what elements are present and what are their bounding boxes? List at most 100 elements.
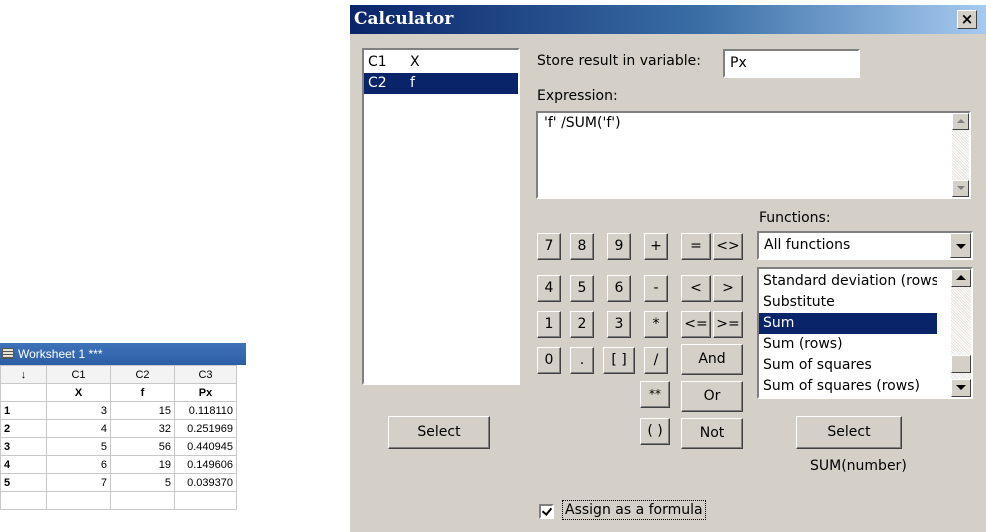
column-name-c2[interactable]: f [110,383,175,402]
scroll-down-icon[interactable] [951,379,971,397]
key-1[interactable]: 1 [537,311,561,338]
function-item[interactable]: Sum of squares [759,355,937,376]
key-less-equal[interactable]: <= [681,311,711,338]
table-cell[interactable]: 7 [46,473,111,492]
table-cell[interactable]: 0.039370 [174,473,237,492]
key-not-equal[interactable]: <> [713,233,743,260]
key-minus[interactable]: - [644,275,668,302]
dialog-title: Calculator [354,9,454,29]
key-9[interactable]: 9 [607,233,631,260]
row-number[interactable]: 3 [0,437,47,456]
functions-label: Functions: [759,210,831,226]
functions-list[interactable]: Standard deviation (rows) Substitute Sum… [757,267,973,399]
close-icon: × [960,10,974,28]
key-7[interactable]: 7 [537,233,561,260]
key-and[interactable]: And [681,344,743,375]
column-header-c2[interactable]: C2 [110,365,175,384]
scroll-up-icon[interactable] [951,269,971,287]
chevron-down-icon[interactable] [950,233,971,258]
key-less-than[interactable]: < [681,275,711,302]
key-divide[interactable]: / [644,347,668,374]
function-item[interactable]: Sum (rows) [759,334,937,355]
functions-scrollbar[interactable] [951,269,971,397]
row-number[interactable]: 5 [0,473,47,492]
table-row: 4 6 19 0.149606 [0,455,237,474]
table-cell[interactable]: 5 [46,437,111,456]
function-item[interactable]: Standard deviation (rows) [759,271,937,292]
key-not[interactable]: Not [681,418,743,449]
table-cell[interactable]: 0.118110 [174,401,237,420]
key-or[interactable]: Or [681,381,743,412]
select-variable-button[interactable]: Select [388,416,490,449]
table-cell[interactable]: 19 [110,455,175,474]
table-cell[interactable] [46,491,111,510]
table-cell[interactable]: 15 [110,401,175,420]
key-multiply[interactable]: * [644,311,668,338]
table-cell[interactable]: 4 [46,419,111,438]
key-equals[interactable]: = [681,233,711,260]
scroll-thumb[interactable] [951,355,971,373]
key-5[interactable]: 5 [570,275,594,302]
table-cell[interactable]: 0.149606 [174,455,237,474]
key-decimal[interactable]: . [570,347,594,374]
column-header-corner[interactable]: ↓ [0,365,47,384]
expression-text: 'f' /SUM('f') [544,115,621,131]
key-6[interactable]: 6 [607,275,631,302]
dialog-titlebar[interactable]: Calculator × [350,5,986,34]
store-result-value: Px [730,55,747,71]
key-plus[interactable]: + [644,233,668,260]
functions-category-select[interactable]: All functions [757,231,973,260]
column-header-c1[interactable]: C1 [46,365,111,384]
table-cell[interactable] [110,491,175,510]
column-name-c1[interactable]: X [46,383,111,402]
table-cell[interactable]: 56 [110,437,175,456]
table-row: 1 3 15 0.118110 [0,401,237,420]
row-number[interactable]: 4 [0,455,47,474]
function-item-selected[interactable]: Sum [759,313,937,334]
function-item[interactable]: Sum of squares (rows) [759,376,937,397]
column-name-c3[interactable]: Px [174,383,237,402]
select-function-button[interactable]: Select [796,416,902,449]
store-result-input[interactable]: Px [723,49,860,78]
variable-item-c1[interactable]: C1 X [364,52,518,73]
table-row: 2 4 32 0.251969 [0,419,237,438]
key-2[interactable]: 2 [570,311,594,338]
worksheet-window: Worksheet 1 *** ↓ C1 C2 C3 X f Px 1 3 15… [0,343,246,532]
function-item[interactable]: Substitute [759,292,937,313]
row-number[interactable] [0,491,47,510]
key-4[interactable]: 4 [537,275,561,302]
scroll-up-icon[interactable] [952,113,969,130]
row-number[interactable]: 1 [0,401,47,420]
key-3[interactable]: 3 [607,311,631,338]
expression-input[interactable]: 'f' /SUM('f') [536,111,971,199]
column-header-c3[interactable]: C3 [174,365,237,384]
row-number[interactable]: 2 [0,419,47,438]
close-button[interactable]: × [957,10,977,29]
table-cell[interactable]: 3 [46,401,111,420]
table-cell[interactable]: 5 [110,473,175,492]
variable-name: f [410,75,415,91]
table-cell[interactable]: 0.440945 [174,437,237,456]
function-signature: SUM(number) [810,458,907,474]
assign-formula-checkbox[interactable] [539,504,554,519]
table-cell[interactable]: 32 [110,419,175,438]
assign-formula-label[interactable]: Assign as a formula [562,500,706,520]
scroll-down-icon[interactable] [952,180,969,197]
column-name-row: X f Px [0,383,237,402]
table-cell[interactable]: 6 [46,455,111,474]
key-power[interactable]: ** [640,381,670,408]
key-brackets[interactable]: [ ] [603,347,635,374]
variable-list[interactable]: C1 X C2 f [362,48,520,385]
functions-category-value: All functions [764,237,851,253]
expression-scrollbar[interactable] [952,113,969,197]
key-parentheses[interactable]: ( ) [640,418,670,445]
key-greater-than[interactable]: > [713,275,743,302]
variable-item-c2[interactable]: C2 f [364,73,518,94]
worksheet-titlebar[interactable]: Worksheet 1 *** [0,343,246,365]
key-0[interactable]: 0 [537,347,561,374]
key-greater-equal[interactable]: >= [713,311,743,338]
table-cell[interactable] [174,491,237,510]
key-8[interactable]: 8 [570,233,594,260]
row-header-blank [0,383,47,402]
table-cell[interactable]: 0.251969 [174,419,237,438]
